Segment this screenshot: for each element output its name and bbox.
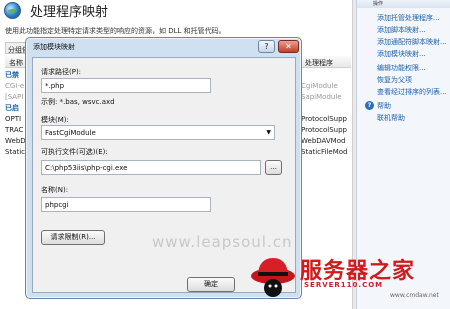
- page-title: 处理程序映射: [30, 5, 109, 20]
- column-header-handler[interactable]: 处理程序: [305, 58, 333, 68]
- redhat-logo-icon: [251, 258, 295, 297]
- request-restrictions-button[interactable]: 请求限制(R)...: [41, 230, 105, 245]
- handler-list-names: 已禁 CGI-e [SAPI 已启 OPTI TRAC WebD Static: [5, 70, 25, 158]
- list-group-disabled: 已禁: [5, 71, 19, 79]
- chevron-down-icon: ▼: [266, 129, 271, 136]
- executable-input[interactable]: C:\php53iis\php-cgi.exe: [41, 160, 261, 175]
- site-watermark: www.leapsoul.cn: [152, 233, 293, 251]
- table-row[interactable]: [SAPI: [5, 92, 25, 103]
- table-cell: SapiModule: [301, 93, 342, 101]
- add-wildcard-script-map-link[interactable]: 添加通配符脚本映射...: [377, 37, 447, 47]
- table-cell: StaticFileMod: [301, 148, 348, 156]
- edit-feature-permissions-link[interactable]: 编辑功能权限...: [377, 63, 426, 73]
- module-select-value: FastCgiModule: [45, 129, 96, 137]
- browse-button[interactable]: ...: [265, 160, 282, 175]
- ok-button[interactable]: 确定: [187, 277, 235, 292]
- name-label: 名称(N):: [41, 186, 69, 194]
- view-ordered-list-link[interactable]: 查看经过排序的列表...: [377, 87, 447, 97]
- executable-label: 可执行文件(可选)(E):: [41, 148, 108, 156]
- handler-list-handlers: CgiModule SapiModule ProtocolSupp Protoc…: [301, 70, 351, 158]
- dialog-help-button[interactable]: ?: [258, 40, 275, 53]
- page-description: 使用此功能指定处理特定请求类型的响应的资源，如 DLL 和托管代码。: [5, 27, 226, 35]
- table-cell: [301, 103, 351, 114]
- table-row[interactable]: OPTI: [5, 114, 25, 125]
- help-link[interactable]: 帮助: [377, 101, 391, 111]
- revert-to-parent-link[interactable]: 恢复为父项: [377, 75, 412, 85]
- table-row[interactable]: CGI-e: [5, 81, 25, 92]
- add-managed-handler-link[interactable]: 添加托管处理程序...: [377, 13, 440, 23]
- table-cell: ProtocolSupp: [301, 126, 347, 134]
- table-row[interactable]: WebD: [5, 136, 25, 147]
- dialog-title: 添加模块映射: [33, 43, 75, 51]
- add-script-map-link[interactable]: 添加脚本映射...: [377, 25, 426, 35]
- brand-url2-watermark: www.cmdaw.net: [390, 292, 439, 299]
- table-row[interactable]: TRAC: [5, 125, 25, 136]
- module-label: 模块(M):: [41, 116, 69, 124]
- add-module-map-link[interactable]: 添加模块映射...: [377, 49, 426, 59]
- brand-url-watermark: SERVER110.COM: [304, 281, 384, 289]
- table-cell: CgiModule: [301, 82, 338, 90]
- table-row[interactable]: Static: [5, 147, 25, 158]
- table-cell: ProtocolSupp: [301, 115, 347, 123]
- module-select[interactable]: FastCgiModule ▼: [41, 125, 275, 140]
- request-path-label: 请求路径(P):: [41, 68, 82, 76]
- iis-globe-icon: [4, 2, 21, 19]
- help-icon: ?: [365, 101, 374, 110]
- request-path-example: 示例: *.bas, wsvc.axd: [41, 98, 115, 106]
- dialog-titlebar[interactable]: 添加模块映射 ? ✕: [26, 38, 301, 56]
- table-cell: WebDAVMod: [301, 137, 346, 145]
- column-header-name[interactable]: 名称: [9, 58, 23, 68]
- online-help-link[interactable]: 联机帮助: [377, 113, 405, 123]
- dialog-close-button[interactable]: ✕: [278, 40, 299, 53]
- name-input[interactable]: phpcgi: [41, 197, 211, 212]
- request-path-input[interactable]: *.php: [41, 78, 211, 93]
- list-group-enabled: 已启: [5, 104, 19, 112]
- actions-header: 操作: [357, 0, 450, 8]
